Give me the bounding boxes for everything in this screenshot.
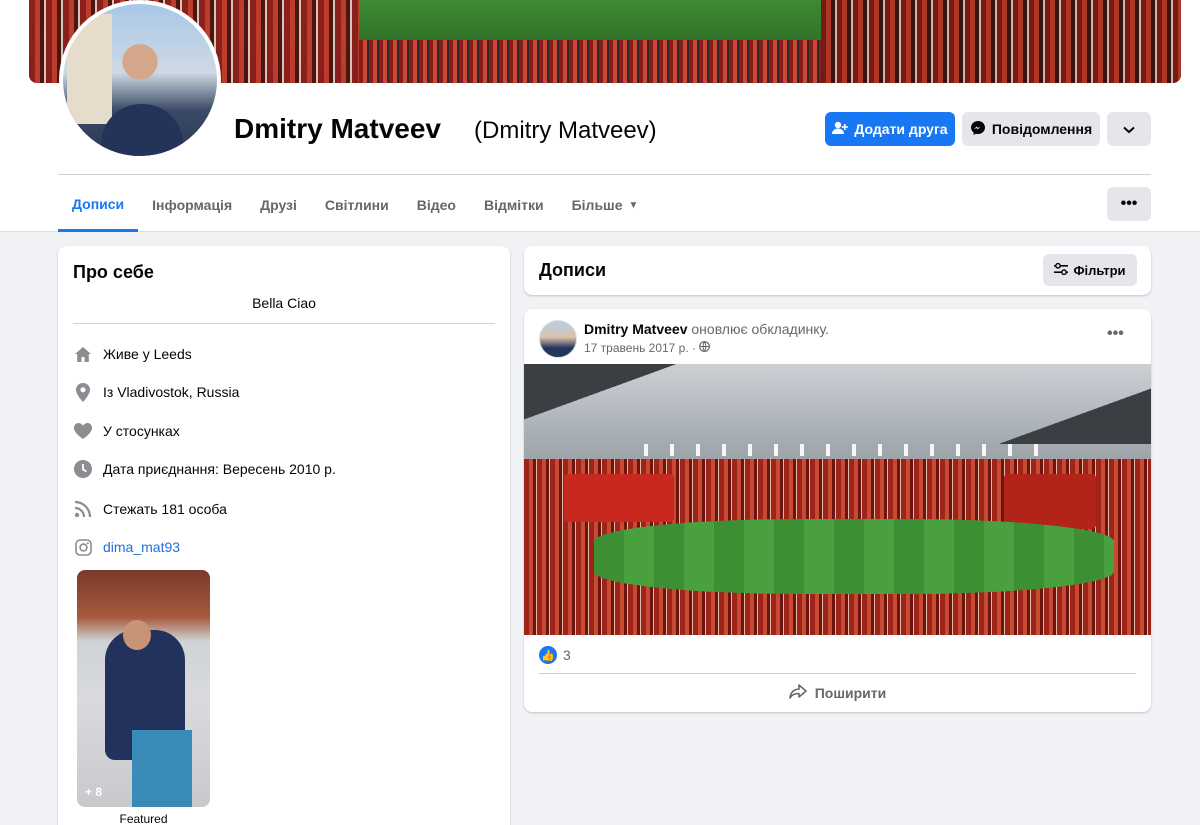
share-label: Поширити (814, 685, 887, 701)
clock-icon (73, 459, 93, 479)
chevron-down-icon (1123, 121, 1135, 137)
tab-friends[interactable]: Друзі (246, 178, 311, 232)
post-author-name[interactable]: Dmitry Matveev (584, 321, 688, 337)
info-from: Із Vladivostok, Russia (73, 382, 239, 402)
post-like-count: 3 (563, 647, 571, 663)
post-meta: 17 травень 2017 р. · (584, 341, 710, 355)
tab-about[interactable]: Інформація (138, 178, 246, 232)
bio-divider (73, 323, 495, 324)
rss-icon (73, 499, 93, 519)
post-options-button[interactable]: ••• (1107, 325, 1124, 343)
about-bio: Bella Ciao (252, 295, 316, 311)
post-date[interactable]: 17 травень 2017 р. · (584, 341, 696, 355)
more-dots-icon: ••• (1120, 195, 1138, 212)
home-icon (73, 344, 93, 364)
featured-label: Featured (119, 812, 168, 825)
post-action-text: оновлює обкладинку. (691, 321, 830, 337)
caret-down-icon: ▼ (628, 199, 639, 211)
tab-more-label: Більше (571, 197, 623, 213)
tab-photos[interactable]: Світлини (311, 178, 403, 232)
profile-name: Dmitry Matveev (234, 113, 441, 144)
info-joined-text: Дата приєднання: Вересень 2010 р. (103, 461, 336, 477)
featured-photo[interactable]: + 8 (77, 570, 210, 807)
info-lives-in-text: Живе у Leeds (103, 346, 192, 362)
posts-header: Дописи Фільтри (524, 246, 1151, 295)
instagram-icon (73, 537, 93, 557)
post-card: Dmitry Matveev оновлює обкладинку. 17 тр… (524, 309, 1151, 712)
info-instagram: dima_mat93 (73, 537, 180, 557)
info-relationship: У стосунках (73, 421, 180, 441)
info-lives-in: Живе у Leeds (73, 344, 192, 364)
tabs-more-options-button[interactable]: ••• (1107, 187, 1151, 221)
profile-avatar[interactable] (59, 0, 221, 160)
post-divider (539, 673, 1136, 674)
info-relationship-text: У стосунках (103, 423, 180, 439)
tab-videos[interactable]: Відео (403, 178, 470, 232)
about-card: Про себе Bella Ciao Живе у Leeds Із Vlad… (58, 246, 510, 825)
profile-tabs: Дописи Інформація Друзі Світлини Відео В… (58, 178, 652, 232)
add-friend-label: Додати друга (854, 121, 948, 137)
info-joined: Дата приєднання: Вересень 2010 р. (73, 459, 336, 479)
profile-more-button[interactable] (1107, 112, 1151, 146)
heart-icon (73, 421, 93, 441)
share-icon (788, 684, 807, 702)
info-followers-text: Стежать 181 особа (103, 501, 227, 517)
post-photo[interactable] (524, 364, 1151, 635)
message-button[interactable]: Повідомлення (962, 112, 1100, 146)
add-user-icon (832, 121, 849, 138)
tab-posts[interactable]: Дописи (58, 178, 139, 232)
tab-check-ins[interactable]: Відмітки (470, 178, 558, 232)
globe-icon (699, 341, 710, 355)
add-friend-button[interactable]: Додати друга (825, 112, 955, 146)
post-author-line: Dmitry Matveev оновлює обкладинку. (584, 321, 829, 337)
profile-alternate-name: (Dmitry Matveev) (474, 117, 657, 144)
like-icon: 👍 (539, 646, 557, 664)
messenger-icon (970, 120, 986, 139)
sliders-icon (1054, 262, 1069, 278)
about-title: Про себе (73, 262, 154, 282)
instagram-link[interactable]: dima_mat93 (103, 539, 180, 555)
share-button[interactable]: Поширити (524, 677, 1151, 709)
filters-label: Фільтри (1073, 262, 1126, 278)
post-author-avatar[interactable] (539, 320, 577, 358)
info-from-text: Із Vladivostok, Russia (103, 384, 240, 400)
message-label: Повідомлення (991, 121, 1093, 137)
header-divider (58, 174, 1151, 175)
location-pin-icon (73, 382, 93, 402)
featured-more-count: + 8 (85, 785, 103, 799)
tab-more[interactable]: Більше ▼ (558, 178, 653, 232)
info-followers: Стежать 181 особа (73, 499, 227, 519)
posts-title: Дописи (539, 260, 607, 280)
filters-button[interactable]: Фільтри (1043, 254, 1137, 286)
post-reactions[interactable]: 👍 3 (539, 646, 571, 664)
